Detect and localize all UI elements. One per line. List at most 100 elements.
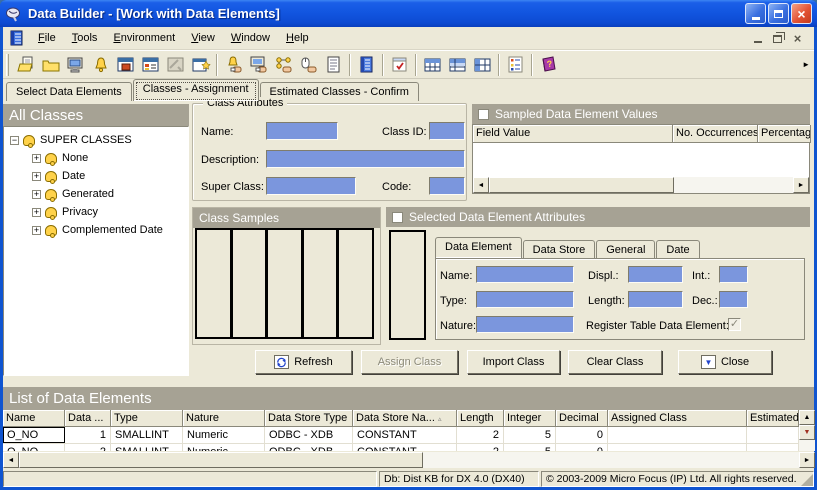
table-row[interactable]: O_NO 1 SMALLINT Numeric ODBC - XDB CONST… [3,427,799,444]
cell-name[interactable]: O_NO [3,427,65,443]
monitor-hand-icon[interactable] [246,52,271,77]
tree-expand-icon[interactable]: + [32,208,41,217]
cell-data[interactable]: 2 [65,444,111,451]
clear-class-button[interactable]: Clear Class [568,350,662,374]
col-type[interactable]: Type [111,410,183,427]
cell-decimal[interactable]: 0 [556,427,608,443]
scroll-thumb[interactable] [489,177,674,193]
scroll-up-icon[interactable] [799,410,815,425]
de-type-input[interactable] [476,291,574,308]
cell-data-store-type[interactable]: ODBC - XDB [265,444,353,451]
tree-collapse-icon[interactable]: − [10,136,19,145]
sample-slot[interactable] [304,230,340,337]
close-panel-button[interactable]: ▼ Close [678,350,772,374]
cell-length[interactable]: 2 [457,444,504,451]
tab-data-store[interactable]: Data Store [523,240,596,258]
cell-decimal[interactable]: 0 [556,444,608,451]
de-int-input[interactable] [719,266,748,283]
de-nature-input[interactable] [476,316,574,333]
hand-nodes-icon[interactable] [271,52,296,77]
table-columns-icon[interactable] [470,52,495,77]
mdi-system-icon[interactable] [9,30,24,46]
sample-slot[interactable] [268,230,304,337]
hand-mouse-icon[interactable] [296,52,321,77]
de-dec-input[interactable] [719,291,748,308]
open-data-file-icon[interactable] [13,52,38,77]
cell-estimated[interactable] [747,444,799,451]
cell-assigned-class[interactable] [608,427,747,443]
class-id-input[interactable] [429,122,465,140]
bell-hand-icon[interactable] [221,52,246,77]
de-length-input[interactable] [628,291,683,308]
selected-attributes-checkbox[interactable] [392,212,403,223]
mdi-minimize-button[interactable] [749,31,766,46]
window-items-icon[interactable] [138,52,163,77]
cell-integer[interactable]: 5 [504,444,556,451]
col-data-store-type[interactable]: Data Store Type [265,410,353,427]
name-input[interactable] [266,122,338,140]
minimize-button[interactable] [745,3,766,24]
close-button[interactable] [791,3,812,24]
cell-data-store-type[interactable]: ODBC - XDB [265,427,353,443]
col-decimal[interactable]: Decimal [556,410,608,427]
menu-view[interactable]: View [183,29,223,47]
col-assigned-class[interactable]: Assigned Class [608,410,747,427]
table-header-icon[interactable] [420,52,445,77]
col-name[interactable]: Name [3,410,65,427]
menu-file[interactable]: File [30,29,64,47]
register-checkbox[interactable]: ✓ [728,318,741,331]
import-class-button[interactable]: Import Class [467,350,560,374]
tab-data-element[interactable]: Data Element [435,237,522,258]
notebook-icon[interactable] [354,52,379,77]
maximize-button[interactable] [768,3,789,24]
tree-root-super-classes[interactable]: − SUPER CLASSES [6,131,186,149]
data-elements-hscrollbar[interactable] [3,452,815,468]
monitor-icon[interactable] [63,52,88,77]
menu-help[interactable]: Help [278,29,317,47]
sample-slot[interactable] [197,230,233,337]
super-class-input[interactable] [266,177,356,195]
bell-icon[interactable] [88,52,113,77]
scroll-right-icon[interactable] [799,452,815,468]
class-tree[interactable]: − SUPER CLASSES + None + Date + Generate… [3,126,189,376]
tree-expand-icon[interactable]: + [32,172,41,181]
sampled-values-checkbox[interactable] [478,109,489,120]
col-percentage[interactable]: Percentag [758,125,811,143]
tree-item-privacy[interactable]: + Privacy [6,203,186,221]
col-estimated[interactable]: Estimated [747,410,799,427]
cell-type[interactable]: SMALLINT [111,444,183,451]
col-no-occurrences[interactable]: No. Occurrences [673,125,758,143]
scroll-right-icon[interactable] [793,177,809,193]
toolbar-overflow-icon[interactable] [802,60,810,69]
cell-data-store-name[interactable]: CONSTANT [353,444,457,451]
tree-expand-icon[interactable]: + [32,154,41,163]
tree-item-complemented-date[interactable]: + Complemented Date [6,221,186,239]
document-lines-icon[interactable] [321,52,346,77]
tab-general[interactable]: General [596,240,655,258]
cell-integer[interactable]: 5 [504,427,556,443]
tree-expand-icon[interactable]: + [32,226,41,235]
cell-nature[interactable]: Numeric [183,444,265,451]
menu-window[interactable]: Window [223,29,278,47]
cell-nature[interactable]: Numeric [183,427,265,443]
folder-icon[interactable] [38,52,63,77]
scroll-down-icon[interactable] [799,425,815,440]
tree-item-generated[interactable]: + Generated [6,185,186,203]
help-book-icon[interactable]: ? [536,52,561,77]
menu-tools[interactable]: Tools [64,29,106,47]
cell-data[interactable]: 1 [65,427,111,443]
tree-item-none[interactable]: + None [6,149,186,167]
cell-data-store-name[interactable]: CONSTANT [353,427,457,443]
col-integer[interactable]: Integer [504,410,556,427]
scroll-left-icon[interactable] [3,452,19,468]
code-input[interactable] [429,177,465,195]
window-edit-icon[interactable] [188,52,213,77]
cell-name[interactable]: O_NO [3,444,65,451]
col-nature[interactable]: Nature [183,410,265,427]
assign-class-button[interactable]: Assign Class [361,350,458,374]
de-name-input[interactable] [476,266,574,283]
toolbar-grip[interactable] [6,54,9,76]
table-row-partial[interactable]: O_NO 2 SMALLINT Numeric ODBC - XDB CONST… [3,444,799,451]
cell-assigned-class[interactable] [608,444,747,451]
tab-select-data-elements[interactable]: Select Data Elements [6,82,132,101]
